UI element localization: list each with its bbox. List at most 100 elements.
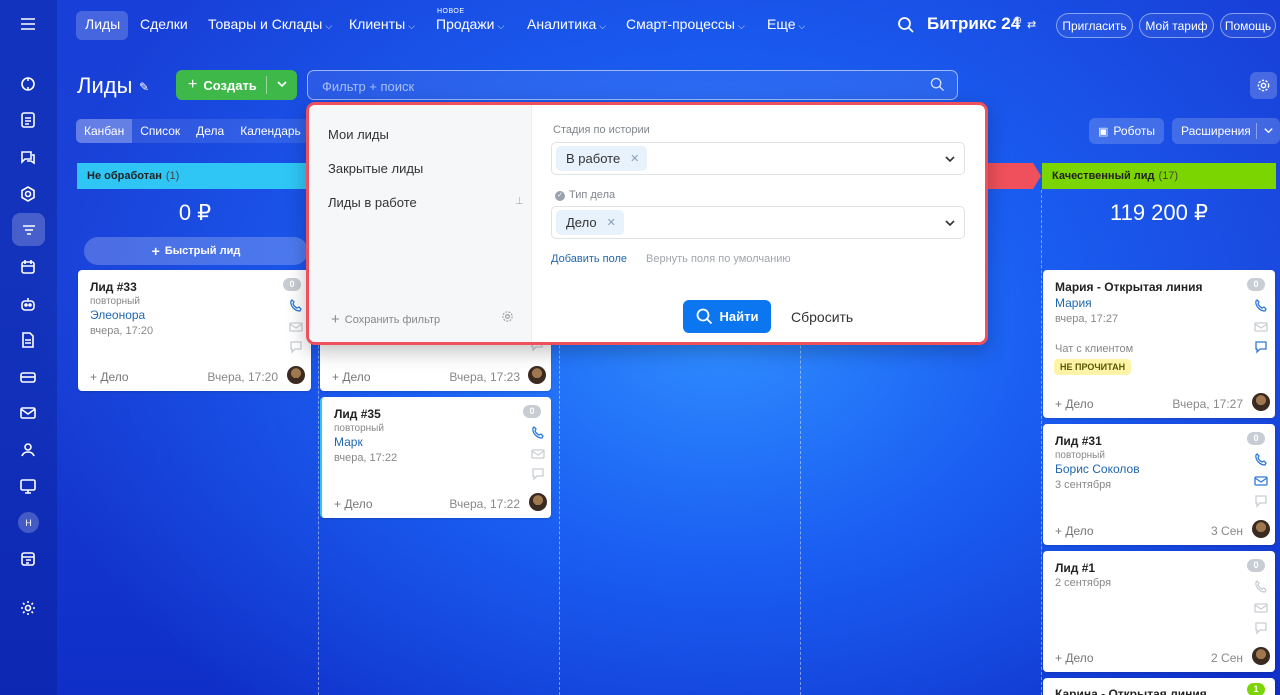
card-title[interactable]: Мария - Открытая линия bbox=[1055, 280, 1203, 294]
card-contact[interactable]: Мария bbox=[1055, 296, 1092, 310]
stage-select[interactable]: В работе ✕ bbox=[551, 142, 965, 175]
lead-card[interactable]: Карина - Открытая линия 1 bbox=[1043, 678, 1275, 695]
search-icon[interactable] bbox=[930, 77, 945, 92]
nav-more[interactable]: Еще ⌵ bbox=[767, 16, 805, 32]
save-filter-button[interactable]: + Сохранить фильтр bbox=[331, 311, 440, 328]
document-icon[interactable] bbox=[14, 326, 42, 354]
add-activity-button[interactable]: + Дело bbox=[1055, 524, 1094, 538]
chevron-down-icon[interactable] bbox=[944, 217, 956, 229]
menu-icon[interactable] bbox=[14, 10, 42, 38]
nav-leads[interactable]: Лиды bbox=[85, 16, 120, 32]
tab-calendar[interactable]: Календарь bbox=[232, 119, 309, 143]
nav-analytics[interactable]: Аналитика ⌵ bbox=[527, 16, 606, 32]
nav-sales[interactable]: Продажи ⌵ bbox=[436, 16, 504, 32]
swap-icon[interactable]: ⇄ bbox=[1027, 18, 1036, 31]
add-activity-button[interactable]: + Дело bbox=[90, 370, 129, 384]
lead-card[interactable]: Мария - Открытая линия Мария вчера, 17:2… bbox=[1043, 270, 1275, 418]
add-activity-button[interactable]: + Дело bbox=[1055, 397, 1094, 411]
crm-icon[interactable] bbox=[14, 180, 42, 208]
avatar[interactable] bbox=[287, 366, 305, 384]
nav-smart-processes[interactable]: Смарт-процессы ⌵ bbox=[626, 16, 745, 32]
lead-card[interactable]: Лид #33 повторный Элеонора вчера, 17:20 … bbox=[78, 270, 311, 391]
tasks-icon[interactable] bbox=[14, 106, 42, 134]
nav-products[interactable]: Товары и Склады ⌵ bbox=[208, 16, 332, 32]
avatar[interactable]: Н bbox=[18, 512, 39, 533]
nav-deals[interactable]: Сделки bbox=[140, 16, 188, 32]
column-header-new[interactable]: Не обработан (1) bbox=[77, 163, 313, 189]
phone-icon[interactable] bbox=[1254, 298, 1268, 312]
card-title[interactable]: Лид #31 bbox=[1055, 434, 1102, 448]
find-button[interactable]: Найти bbox=[683, 300, 771, 333]
activity-icon[interactable] bbox=[14, 70, 42, 98]
card-title[interactable]: Лид #1 bbox=[1055, 561, 1095, 575]
mail-icon[interactable] bbox=[289, 320, 303, 334]
restore-defaults-link[interactable]: Вернуть поля по умолчанию bbox=[646, 253, 791, 265]
card-contact[interactable]: Марк bbox=[334, 435, 363, 449]
preset-leads-in-work[interactable]: Лиды в работе bbox=[328, 195, 417, 210]
contacts-icon[interactable] bbox=[14, 436, 42, 464]
pin-icon[interactable]: ✎ bbox=[139, 80, 149, 94]
pin-icon[interactable]: ⊥ bbox=[515, 196, 524, 207]
avatar[interactable] bbox=[528, 366, 546, 384]
add-activity-button[interactable]: + Дело bbox=[334, 497, 373, 511]
avatar[interactable] bbox=[1252, 393, 1270, 411]
preset-my-leads[interactable]: Мои лиды bbox=[328, 127, 389, 142]
phone-icon[interactable] bbox=[1254, 452, 1268, 466]
tariff-button[interactable]: Мой тариф bbox=[1139, 13, 1214, 38]
chat-icon[interactable] bbox=[1254, 494, 1268, 508]
avatar[interactable] bbox=[1252, 647, 1270, 665]
add-field-link[interactable]: Добавить поле bbox=[551, 253, 627, 265]
chevron-down-icon[interactable] bbox=[1263, 125, 1274, 139]
chat-icon[interactable] bbox=[531, 467, 545, 481]
lead-card[interactable]: Лид #1 2 сентября 0 + Дело 2 Сен bbox=[1043, 551, 1275, 672]
settings-icon[interactable] bbox=[14, 594, 42, 622]
funnel-icon[interactable] bbox=[12, 213, 45, 246]
sites-icon[interactable] bbox=[14, 472, 42, 500]
avatar[interactable] bbox=[529, 493, 547, 511]
tab-kanban[interactable]: Канбан bbox=[76, 119, 133, 143]
phone-icon[interactable] bbox=[1254, 579, 1268, 593]
chevron-down-icon[interactable] bbox=[276, 78, 288, 90]
add-activity-button[interactable]: + Дело bbox=[332, 370, 371, 384]
activity-type-select[interactable]: Дело ✕ bbox=[551, 206, 965, 239]
timesheet-icon[interactable] bbox=[14, 545, 42, 573]
lead-card[interactable]: Лид #31 повторный Борис Соколов 3 сентяб… bbox=[1043, 424, 1275, 545]
brand-logo[interactable]: Битрикс 24 bbox=[927, 14, 1020, 34]
card-title[interactable]: Карина - Открытая линия bbox=[1055, 687, 1207, 695]
robots-button[interactable]: ▣ Роботы bbox=[1089, 118, 1164, 144]
stage-chip[interactable]: В работе ✕ bbox=[556, 146, 648, 171]
invite-button[interactable]: Пригласить bbox=[1056, 13, 1133, 38]
chat-icon[interactable] bbox=[289, 340, 303, 354]
payments-icon[interactable] bbox=[14, 363, 42, 391]
avatar[interactable] bbox=[1252, 520, 1270, 538]
create-button[interactable]: + Создать bbox=[176, 70, 297, 100]
extensions-button[interactable]: Расширения bbox=[1172, 118, 1280, 144]
robot-icon[interactable] bbox=[14, 290, 42, 318]
chevron-down-icon[interactable] bbox=[944, 153, 956, 165]
help-button[interactable]: Помощь bbox=[1220, 13, 1276, 38]
column-header-good[interactable]: Качественный лид (17) bbox=[1042, 163, 1276, 189]
card-contact[interactable]: Элеонора bbox=[90, 308, 145, 322]
type-chip[interactable]: Дело ✕ bbox=[556, 210, 624, 235]
search-input[interactable]: Фильтр + поиск bbox=[307, 70, 958, 100]
lead-card[interactable]: Лид #35 повторный Марк вчера, 17:22 0 + … bbox=[320, 397, 551, 518]
mail-icon[interactable] bbox=[1254, 474, 1268, 488]
phone-icon[interactable] bbox=[289, 298, 303, 312]
close-icon[interactable]: ✕ bbox=[607, 216, 616, 229]
add-activity-button[interactable]: + Дело bbox=[1055, 651, 1094, 665]
chat-icon[interactable] bbox=[1254, 340, 1268, 354]
card-title[interactable]: Лид #35 bbox=[334, 407, 381, 421]
mail-icon[interactable] bbox=[1254, 320, 1268, 334]
mail-icon[interactable] bbox=[14, 399, 42, 427]
reset-button[interactable]: Сбросить bbox=[791, 309, 853, 325]
nav-clients[interactable]: Клиенты ⌵ bbox=[349, 16, 415, 32]
card-contact[interactable]: Борис Соколов bbox=[1055, 462, 1140, 476]
gear-icon[interactable] bbox=[1250, 72, 1277, 99]
mail-icon[interactable] bbox=[531, 447, 545, 461]
chat-icon[interactable] bbox=[1254, 621, 1268, 635]
card-title[interactable]: Лид #33 bbox=[90, 280, 137, 294]
preset-closed-leads[interactable]: Закрытые лиды bbox=[328, 161, 423, 176]
tab-activities[interactable]: Дела bbox=[188, 119, 232, 143]
search-icon[interactable] bbox=[897, 16, 915, 34]
gear-icon[interactable] bbox=[501, 310, 515, 324]
